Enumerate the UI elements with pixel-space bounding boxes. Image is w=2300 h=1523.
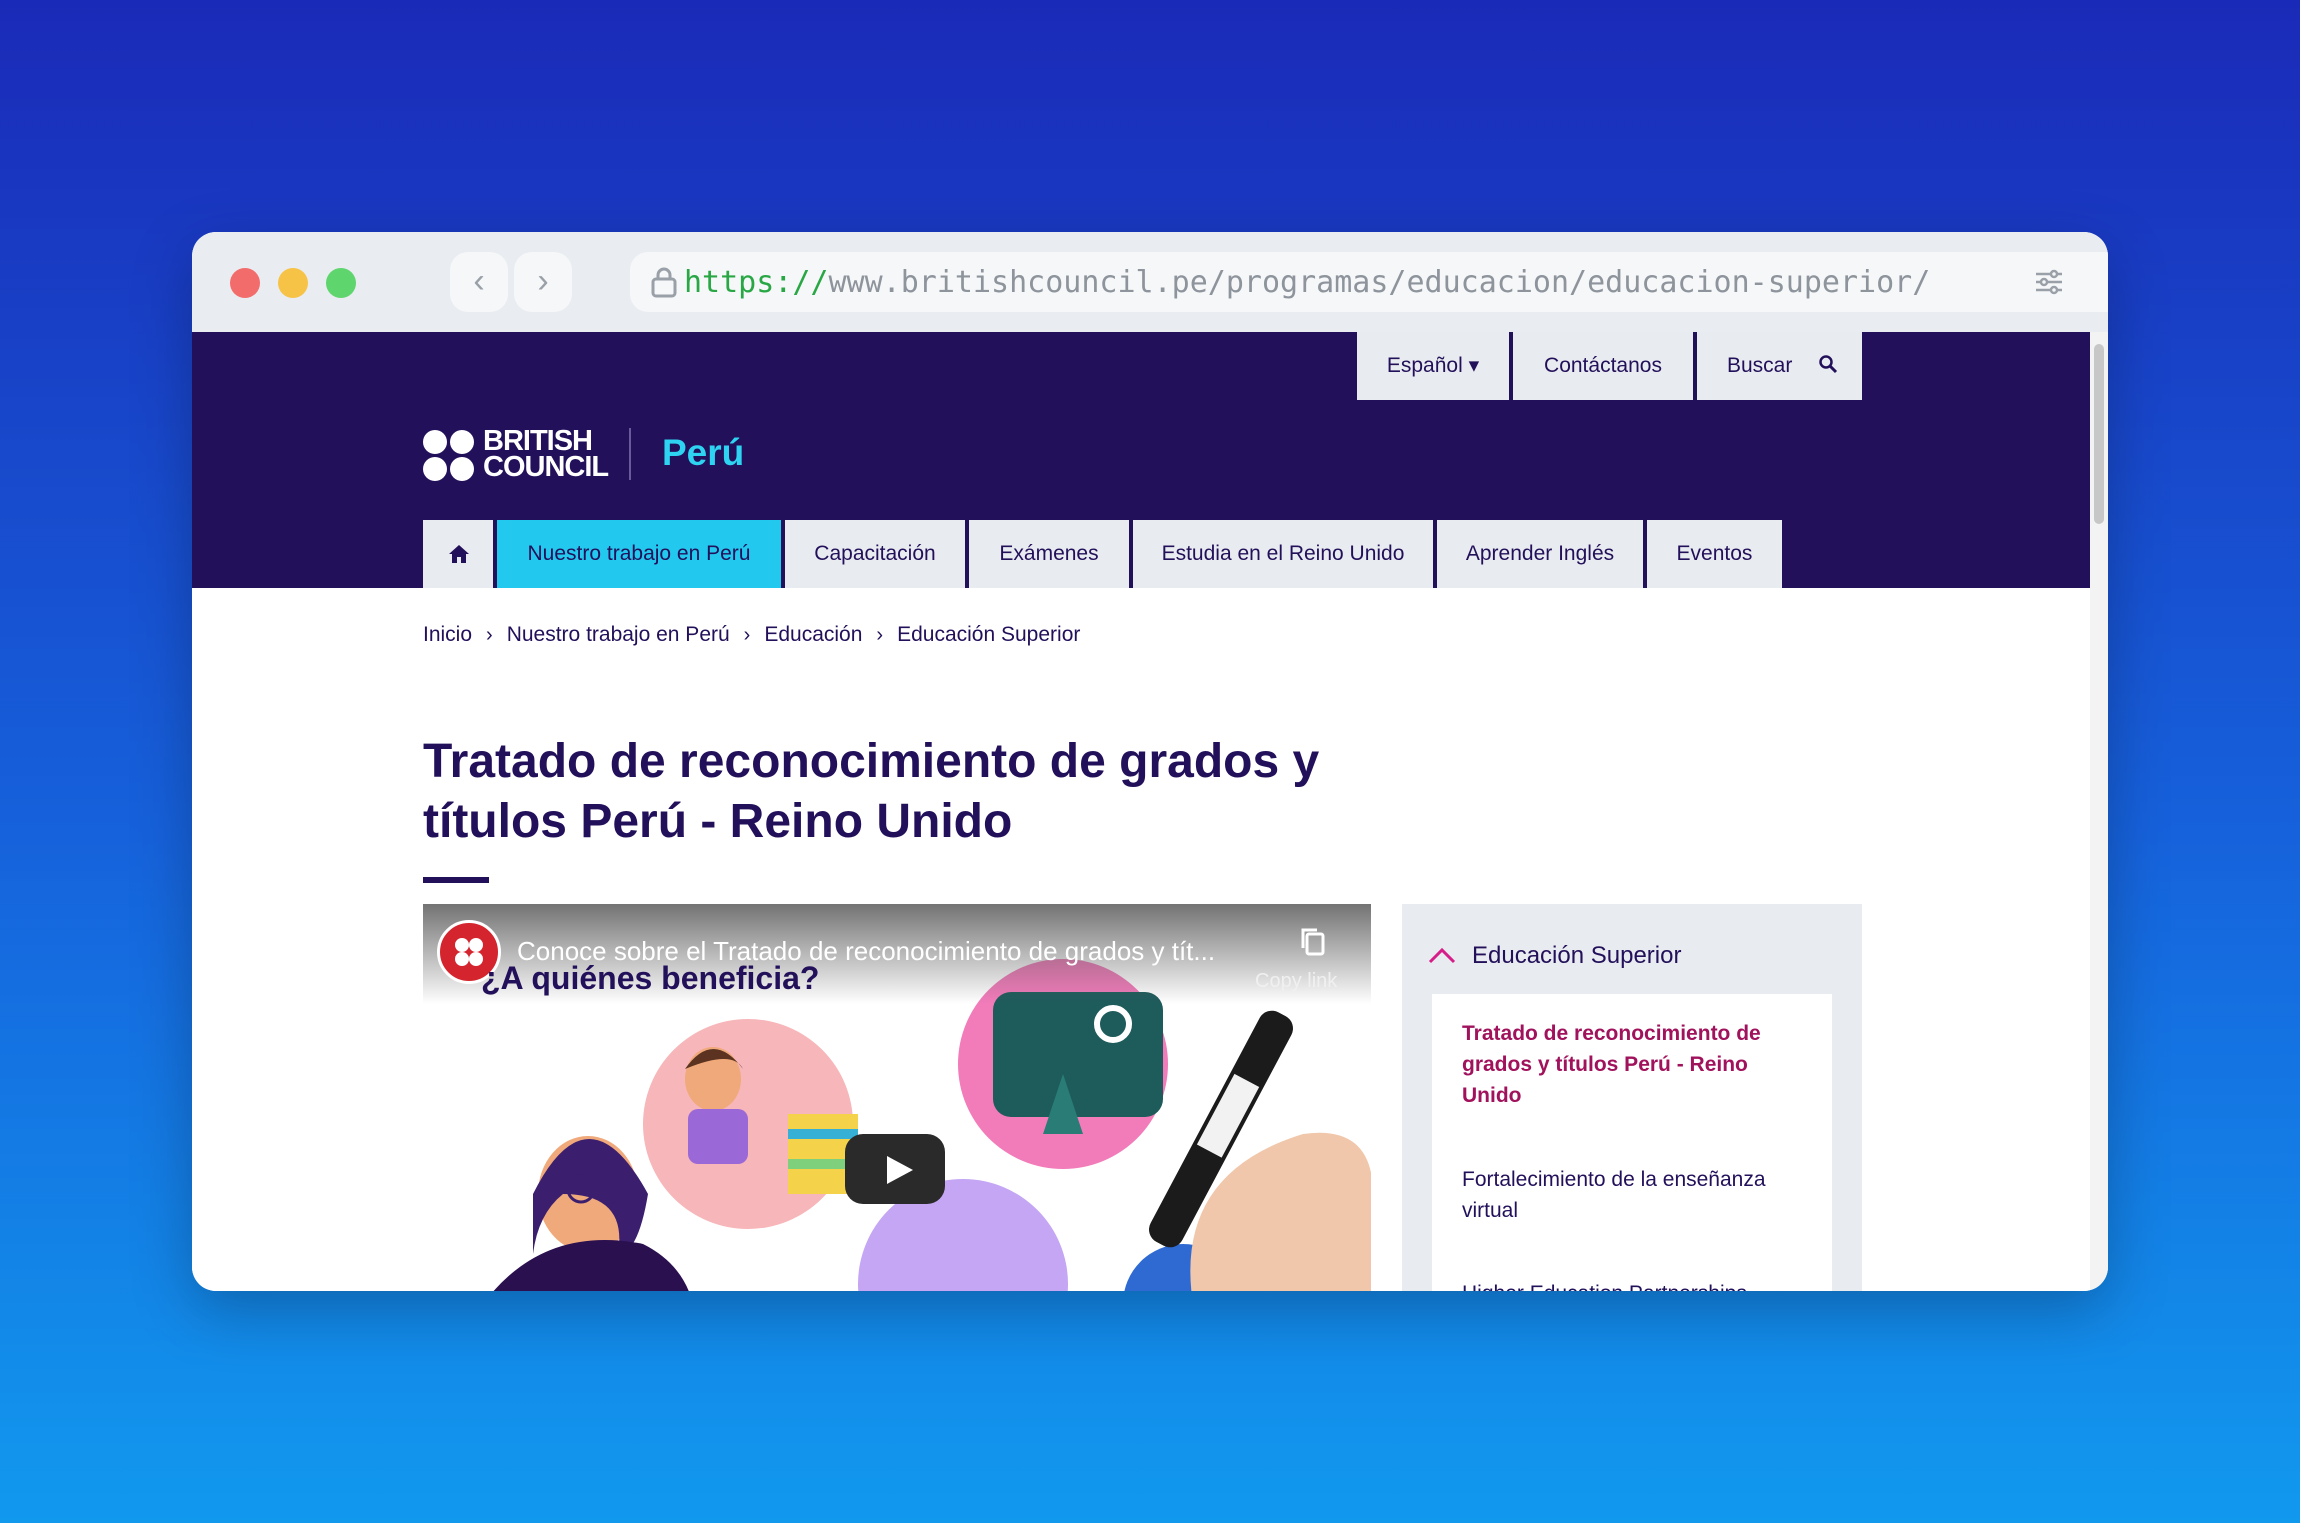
home-icon — [449, 545, 469, 563]
search-button[interactable]: Buscar — [1697, 332, 1862, 400]
minimize-window-button[interactable] — [278, 268, 308, 298]
chevron-up-icon[interactable] — [1428, 946, 1456, 964]
british-council-logo[interactable]: BRITISH COUNCIL — [423, 427, 609, 486]
back-button[interactable]: ‹ — [450, 252, 508, 312]
title-underline — [423, 877, 489, 883]
breadcrumb-current: Educación Superior — [897, 623, 1081, 646]
url-path: www.britishcouncil.pe/programas/educacio… — [828, 265, 1931, 300]
video-heading: ¿A quiénes beneficia? — [481, 960, 820, 996]
sidebar-item-fortalecimiento[interactable]: Fortalecimiento de la enseñanza virtual — [1462, 1164, 1802, 1226]
country-label[interactable]: Perú — [662, 432, 744, 474]
copy-link-icon[interactable] — [1295, 924, 1331, 960]
breadcrumb-inicio[interactable]: Inicio — [423, 623, 472, 647]
browser-settings-button[interactable] — [2020, 252, 2078, 312]
chevron-right-icon: › — [743, 623, 751, 646]
page-title: Tratado de reconocimiento de grados y tí… — [423, 735, 1320, 848]
search-icon — [1819, 355, 1838, 374]
breadcrumb-nuestro-trabajo[interactable]: Nuestro trabajo en Perú — [507, 623, 730, 647]
nav-aprender-ingles[interactable]: Aprender Inglés — [1437, 520, 1643, 588]
address-bar[interactable]: https://www.britishcouncil.pe/programas/… — [630, 252, 2108, 312]
play-button[interactable] — [845, 1134, 945, 1204]
close-window-button[interactable] — [230, 268, 260, 298]
logo-line2: COUNCIL — [483, 451, 609, 483]
language-selector[interactable]: Español ▾ — [1357, 332, 1509, 400]
lock-icon — [651, 267, 677, 298]
nav-eventos[interactable]: Eventos — [1647, 520, 1782, 588]
sidebar-item-partnerships[interactable]: Higher Education Partnerships — [1462, 1278, 1802, 1291]
logo-divider — [629, 428, 631, 480]
chevron-left-icon: ‹ — [473, 262, 485, 300]
nav-home[interactable] — [423, 520, 493, 588]
page-scrollbar[interactable] — [2090, 332, 2108, 1291]
chevron-right-icon: › — [876, 623, 884, 646]
chevron-right-icon: › — [486, 623, 493, 646]
video-player[interactable]: Conoce sobre el Tratado de reconocimient… — [423, 904, 1371, 1291]
scrollbar-thumb[interactable] — [2094, 344, 2104, 524]
sidebar-heading[interactable]: Educación Superior — [1472, 942, 1681, 970]
logo-dots-icon — [423, 430, 475, 482]
site-header: Español ▾ Contáctanos Buscar BRITISH COU… — [192, 332, 2090, 588]
url-text: https://www.britishcouncil.pe/programas/… — [684, 265, 1930, 300]
url-scheme: https:// — [684, 265, 829, 300]
breadcrumb: Inicio › Nuestro trabajo en Perú › Educa… — [423, 623, 1080, 647]
maximize-window-button[interactable] — [326, 268, 356, 298]
nav-examenes[interactable]: Exámenes — [969, 520, 1129, 588]
nav-nuestro-trabajo[interactable]: Nuestro trabajo en Perú — [497, 520, 781, 588]
logo-wordmark: BRITISH COUNCIL — [483, 427, 609, 483]
nav-capacitacion[interactable]: Capacitación — [785, 520, 965, 588]
breadcrumb-educacion[interactable]: Educación — [764, 623, 862, 647]
section-sidebar: Educación Superior Tratado de reconocimi… — [1402, 904, 1862, 1291]
sidebar-item-tratado[interactable]: Tratado de reconocimiento de grados y tí… — [1462, 1018, 1802, 1111]
copy-link-label[interactable]: Copy link — [1255, 970, 1337, 993]
browser-window: ‹ › https://www.britishcouncil.pe/progra… — [192, 232, 2108, 1291]
page-viewport: Español ▾ Contáctanos Buscar BRITISH COU… — [192, 332, 2090, 1291]
sliders-icon — [2036, 269, 2062, 295]
forward-button[interactable]: › — [514, 252, 572, 312]
sidebar-list: Tratado de reconocimiento de grados y tí… — [1432, 994, 1832, 1291]
contact-link[interactable]: Contáctanos — [1513, 332, 1693, 400]
chevron-right-icon: › — [537, 262, 549, 300]
browser-chrome: ‹ › https://www.britishcouncil.pe/progra… — [192, 232, 2108, 332]
nav-estudia-reino-unido[interactable]: Estudia en el Reino Unido — [1133, 520, 1433, 588]
search-label: Buscar — [1727, 354, 1793, 377]
